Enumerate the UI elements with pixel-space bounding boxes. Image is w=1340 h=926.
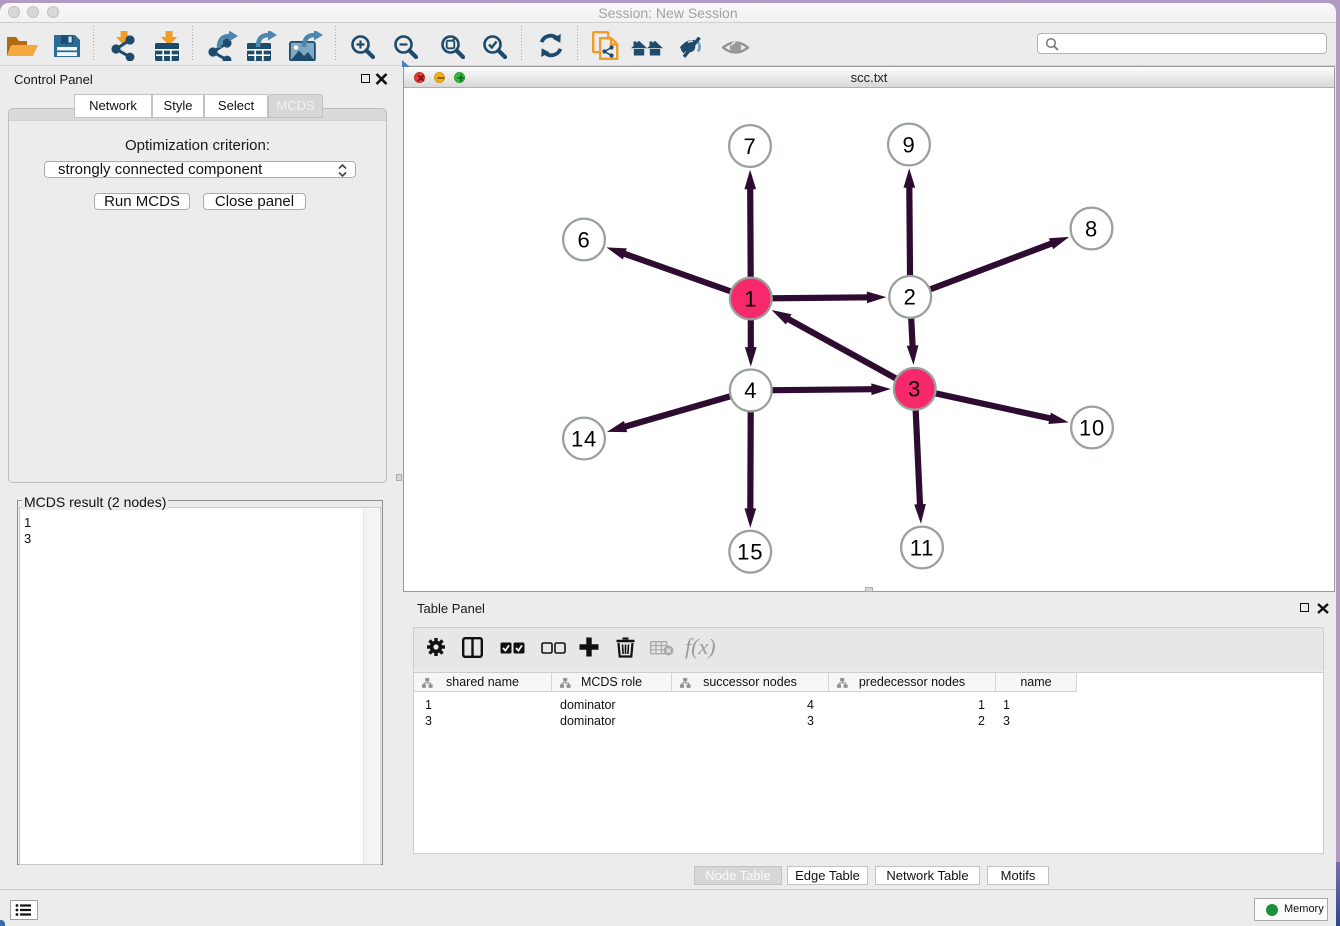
svg-text:15: 15 [737,540,763,565]
svg-text:11: 11 [910,535,934,560]
svg-text:1: 1 [744,286,757,311]
svg-text:4: 4 [744,378,757,403]
svg-text:7: 7 [743,134,756,159]
svg-text:3: 3 [908,377,921,402]
svg-text:10: 10 [1079,415,1105,440]
svg-text:8: 8 [1085,216,1098,241]
svg-text:14: 14 [571,426,597,451]
svg-text:9: 9 [902,132,915,157]
svg-text:6: 6 [577,227,590,252]
svg-text:2: 2 [904,285,917,310]
